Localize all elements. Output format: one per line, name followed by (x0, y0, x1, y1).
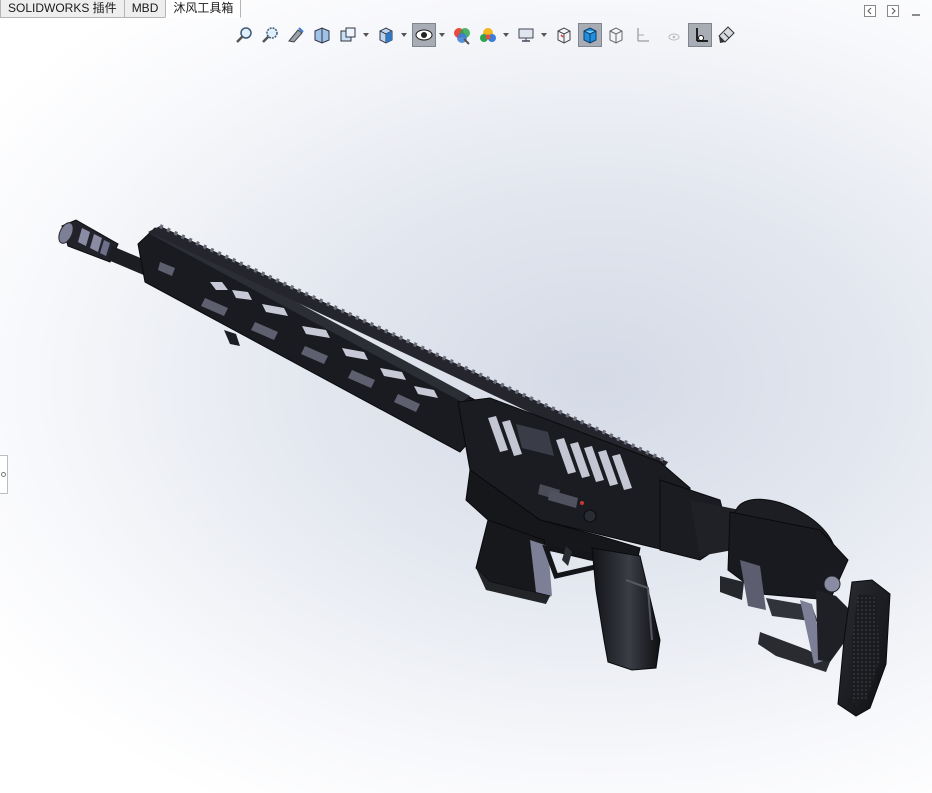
isometric-view-icon[interactable] (552, 23, 576, 47)
previous-view-icon[interactable] (284, 23, 308, 47)
appearance-dropdown[interactable] (502, 23, 510, 47)
view-orientation-icon[interactable] (374, 23, 398, 47)
butt-pad (837, 579, 891, 717)
zoom-to-area-icon[interactable] (258, 23, 282, 47)
annotation-views-dropdown[interactable] (362, 23, 370, 47)
muzzle-brake (58, 219, 119, 263)
zoom-to-fit-icon[interactable] (232, 23, 256, 47)
dynamic-annotation-views-icon[interactable] (336, 23, 360, 47)
tab-mbd[interactable]: MBD (123, 0, 167, 18)
display-planes-icon[interactable] (630, 23, 654, 47)
heads-up-view-toolbar (232, 21, 740, 49)
section-view-icon[interactable] (310, 23, 334, 47)
buttstock (659, 479, 852, 672)
shaded-view-icon[interactable] (578, 23, 602, 47)
view-settings-icon[interactable] (514, 23, 538, 47)
view-orientation-dropdown[interactable] (400, 23, 408, 47)
feature-manager-expand-tab[interactable] (0, 455, 8, 494)
tab-mufeng-toolbox[interactable]: 沐风工具箱 (165, 0, 242, 18)
edit-appearance-icon[interactable] (476, 23, 500, 47)
minimize-icon[interactable] (909, 4, 922, 17)
display-style-icon[interactable] (412, 23, 436, 47)
command-manager-tabs: SOLIDWORKS 插件 MBD 沐风工具箱 (0, 0, 242, 18)
view-coordinate-systems-icon[interactable] (688, 23, 712, 47)
view-origins-icon[interactable] (662, 23, 686, 47)
realview-icon[interactable] (714, 23, 738, 47)
handguard (137, 227, 479, 453)
viewport-window-controls (863, 4, 922, 17)
view-settings-dropdown[interactable] (540, 23, 548, 47)
previous-viewport-icon[interactable] (863, 4, 876, 17)
hide-show-items-icon[interactable] (450, 23, 474, 47)
rifle-3d-model[interactable] (0, 0, 932, 793)
display-style-dropdown[interactable] (438, 23, 446, 47)
next-viewport-icon[interactable] (886, 4, 899, 17)
wireframe-view-icon[interactable] (604, 23, 628, 47)
tab-solidworks-addins[interactable]: SOLIDWORKS 插件 (0, 0, 125, 18)
